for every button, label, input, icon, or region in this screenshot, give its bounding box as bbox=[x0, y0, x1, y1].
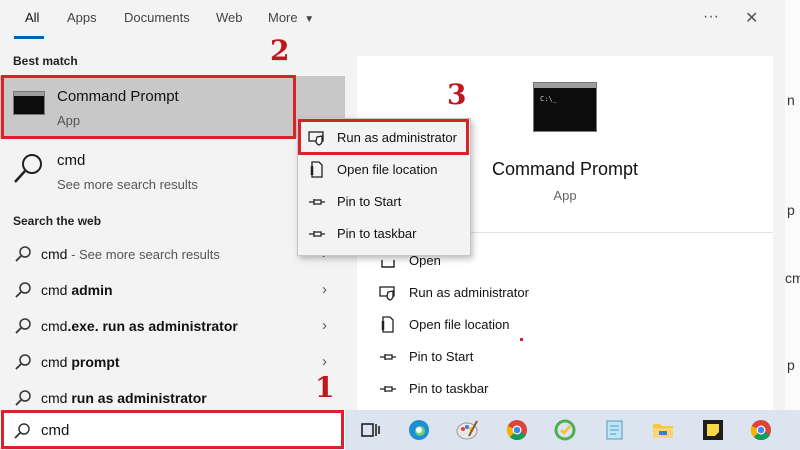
edge-text: p bbox=[787, 357, 795, 373]
context-pin-to-taskbar[interactable]: Pin to taskbar bbox=[298, 220, 470, 248]
chrome-icon[interactable] bbox=[505, 418, 529, 442]
file-location-icon bbox=[381, 316, 394, 333]
tab-apps[interactable]: Apps bbox=[67, 10, 97, 25]
context-open-file-location[interactable]: Open file location bbox=[298, 156, 470, 184]
action-label: Open file location bbox=[409, 317, 510, 332]
notepad-icon[interactable] bbox=[603, 418, 627, 442]
taskbar bbox=[345, 410, 800, 450]
console-glyph: C:\_ bbox=[534, 83, 596, 103]
web-result-row[interactable]: cmd run as administrator bbox=[0, 381, 345, 410]
task-view-icon[interactable] bbox=[359, 418, 383, 442]
chevron-right-icon[interactable]: › bbox=[322, 317, 327, 334]
edge-text: n bbox=[787, 92, 795, 108]
web-result-row[interactable]: cmd prompt › bbox=[0, 345, 345, 381]
chrome-icon[interactable] bbox=[749, 418, 773, 442]
web-result-text: cmd.exe. run as administrator bbox=[41, 318, 238, 334]
web-result-prefix: cmd bbox=[41, 390, 72, 406]
context-item-label: Pin to Start bbox=[337, 194, 402, 209]
pin-icon bbox=[380, 386, 396, 392]
web-result-suffix: - See more search results bbox=[67, 247, 220, 262]
web-result-prefix: cmd bbox=[41, 318, 68, 334]
command-prompt-large-icon: C:\_ bbox=[533, 82, 597, 132]
search-result-name: cmd bbox=[57, 152, 86, 169]
web-result-bold: .exe. run as administrator bbox=[67, 318, 238, 334]
edge-text: cm bbox=[785, 270, 800, 286]
search-icon bbox=[15, 354, 31, 370]
search-result-subtitle: See more search results bbox=[57, 177, 198, 192]
chevron-down-icon: ▼ bbox=[304, 14, 315, 25]
search-result-cmd[interactable]: cmd See more search results bbox=[0, 145, 345, 197]
web-result-text: cmd - See more search results bbox=[41, 246, 220, 262]
best-match-heading: Best match bbox=[13, 54, 78, 68]
action-label: Run as administrator bbox=[409, 285, 529, 300]
search-icon bbox=[14, 154, 42, 183]
annotation-number-2: 2 bbox=[270, 34, 290, 67]
red-dot-mark bbox=[520, 338, 523, 341]
tab-more-label: More bbox=[268, 10, 298, 25]
action-label: Pin to Start bbox=[409, 349, 474, 364]
active-tab-indicator bbox=[14, 36, 44, 39]
chevron-right-icon[interactable]: › bbox=[322, 353, 327, 370]
search-icon bbox=[15, 282, 31, 298]
search-icon bbox=[15, 246, 31, 262]
paint-icon[interactable] bbox=[455, 418, 479, 442]
context-item-label: Pin to taskbar bbox=[337, 226, 417, 241]
tab-all[interactable]: All bbox=[25, 10, 39, 25]
search-web-heading: Search the web bbox=[13, 214, 102, 228]
annotation-number-1: 1 bbox=[315, 371, 335, 404]
background-window-edge: n p cm p bbox=[785, 0, 800, 410]
highlight-best-match bbox=[1, 75, 296, 139]
web-result-prefix: cmd bbox=[41, 246, 68, 262]
tab-more[interactable]: More ▼ bbox=[268, 10, 314, 25]
edge-text: p bbox=[787, 202, 795, 218]
file-location-icon bbox=[310, 161, 323, 178]
web-result-prefix: cmd bbox=[41, 282, 72, 298]
sticky-notes-icon[interactable] bbox=[701, 418, 725, 442]
annotation-number-3: 3 bbox=[447, 78, 467, 111]
edge-icon[interactable] bbox=[407, 418, 431, 442]
tab-documents[interactable]: Documents bbox=[124, 10, 190, 25]
pin-icon bbox=[380, 354, 396, 360]
file-explorer-icon[interactable] bbox=[651, 418, 675, 442]
search-tabs: All Apps Documents Web More ▼ ··· ✕ bbox=[0, 0, 785, 39]
web-result-bold: admin bbox=[71, 282, 113, 298]
web-result-row[interactable]: cmd.exe. run as administrator › bbox=[0, 309, 345, 345]
web-result-bold: prompt bbox=[71, 354, 120, 370]
highlight-run-as-admin bbox=[298, 119, 469, 155]
action-label: Pin to taskbar bbox=[409, 381, 489, 396]
web-result-row[interactable]: cmd admin › bbox=[0, 273, 345, 309]
highlight-search-box bbox=[1, 410, 344, 449]
web-result-prefix: cmd bbox=[41, 354, 72, 370]
green-app-icon[interactable] bbox=[553, 418, 577, 442]
context-item-label: Open file location bbox=[337, 162, 438, 177]
web-result-text: cmd prompt bbox=[41, 354, 120, 370]
svg-text:C:\_: C:\_ bbox=[540, 95, 558, 103]
web-result-bold: run as administrator bbox=[71, 390, 207, 406]
tab-web[interactable]: Web bbox=[216, 10, 243, 25]
web-result-text: cmd run as administrator bbox=[41, 390, 207, 406]
web-result-row[interactable]: cmd - See more search results › bbox=[0, 237, 345, 273]
pin-icon bbox=[309, 231, 325, 237]
ellipsis-icon[interactable]: ··· bbox=[703, 8, 719, 26]
search-icon bbox=[15, 318, 31, 334]
search-icon bbox=[15, 390, 31, 406]
web-result-text: cmd admin bbox=[41, 282, 113, 298]
close-icon[interactable]: ✕ bbox=[745, 8, 758, 28]
pin-icon bbox=[309, 199, 325, 205]
chevron-right-icon[interactable]: › bbox=[322, 281, 327, 298]
shield-icon bbox=[379, 286, 395, 301]
context-pin-to-start[interactable]: Pin to Start bbox=[298, 188, 470, 216]
